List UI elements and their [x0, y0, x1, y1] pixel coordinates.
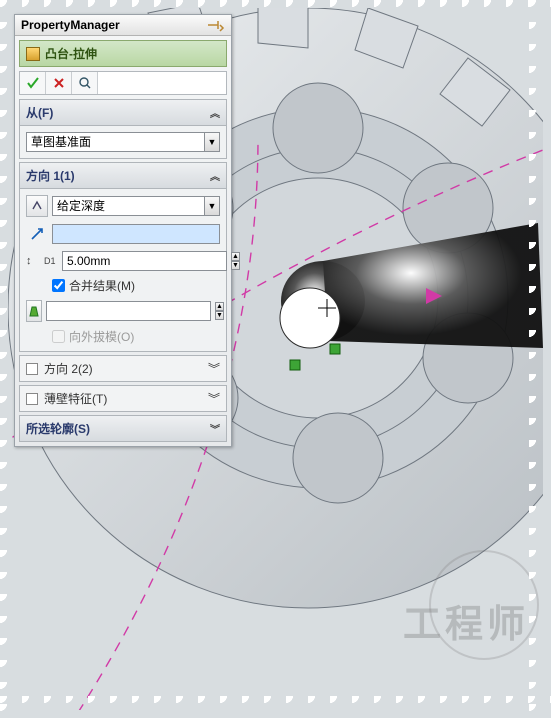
draft-angle-input: [46, 301, 211, 321]
chevron-down-icon: ▼: [204, 132, 220, 152]
chevron-down-icon: ▼: [204, 196, 220, 216]
group-dir2-label: 方向 2(2): [44, 360, 93, 377]
preview-button[interactable]: [72, 72, 98, 94]
merge-result-checkbox[interactable]: 合并结果(M): [52, 277, 220, 294]
collapse-icon: ︽: [210, 168, 220, 183]
checkbox-icon[interactable]: [26, 363, 38, 375]
ok-button[interactable]: [20, 72, 46, 94]
pm-title: PropertyManager: [21, 18, 120, 32]
draft-button[interactable]: [26, 300, 42, 322]
group-contours-label: 所选轮廓(S): [26, 420, 90, 437]
feature-title-bar: 凸台-拉伸: [19, 40, 227, 67]
pin-icon[interactable]: [205, 18, 225, 32]
collapse-icon: ︽: [210, 105, 220, 120]
group-thin-label: 薄壁特征(T): [44, 390, 107, 407]
confirm-toolbar: [19, 71, 227, 95]
direction-reference-input[interactable]: [52, 224, 220, 244]
cancel-button[interactable]: [46, 72, 72, 94]
depth-param-icon: ↕: [26, 255, 40, 267]
depth-spinner[interactable]: ▲▼: [231, 252, 240, 270]
group-dir1-body: 给定深度 ▼ ↕ D1 ▲▼ 合并结果(M) ▲▼: [19, 189, 227, 352]
group-from-label: 从(F): [26, 104, 53, 121]
merge-result-input[interactable]: [52, 279, 65, 292]
expand-icon: ︾: [208, 360, 220, 377]
group-dir1-header[interactable]: 方向 1(1) ︽: [19, 162, 227, 189]
direction-vector-icon: [26, 223, 48, 245]
depth-param-label: D1: [44, 256, 58, 266]
expand-icon: ︾: [210, 421, 220, 436]
checkbox-icon[interactable]: [26, 393, 38, 405]
group-thin-header[interactable]: 薄壁特征(T) ︾: [19, 385, 227, 412]
expand-icon: ︾: [208, 390, 220, 407]
from-condition-combo[interactable]: 草图基准面 ▼: [26, 132, 220, 152]
from-condition-value: 草图基准面: [26, 132, 204, 152]
group-from-header[interactable]: 从(F) ︽: [19, 99, 227, 126]
extrude-icon: [26, 47, 40, 61]
group-contours-header[interactable]: 所选轮廓(S) ︾: [19, 415, 227, 442]
watermark-text: 工程师: [403, 593, 529, 648]
draft-outward-checkbox: 向外拔模(O): [52, 328, 220, 345]
draft-spinner: ▲▼: [215, 302, 224, 320]
end-condition-combo[interactable]: 给定深度 ▼: [52, 196, 220, 216]
merge-result-label: 合并结果(M): [69, 277, 135, 294]
group-dir1-label: 方向 1(1): [26, 167, 75, 184]
group-dir2-header[interactable]: 方向 2(2) ︾: [19, 355, 227, 382]
end-condition-value: 给定深度: [52, 196, 204, 216]
confirm-spacer: [98, 72, 226, 94]
property-manager-panel: PropertyManager 凸台-拉伸 从(F) ︽ 草图基准面 ▼ 方向 …: [14, 14, 232, 447]
group-from-body: 草图基准面 ▼: [19, 126, 227, 159]
pm-header: PropertyManager: [15, 15, 231, 36]
draft-outward-input: [52, 330, 65, 343]
depth-input[interactable]: [62, 251, 227, 271]
feature-title: 凸台-拉伸: [45, 45, 97, 62]
reverse-direction-button[interactable]: [26, 195, 48, 217]
draft-outward-label: 向外拔模(O): [69, 328, 134, 345]
